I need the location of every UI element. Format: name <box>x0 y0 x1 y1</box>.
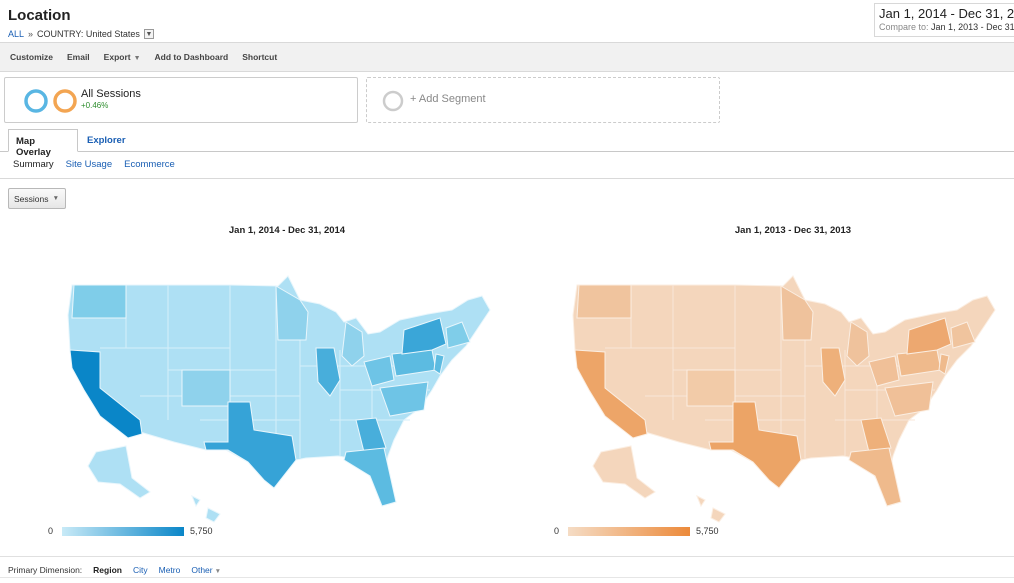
dimension-city[interactable]: City <box>133 565 148 575</box>
dimension-other[interactable]: Other ▼ <box>191 565 221 575</box>
breadcrumb-all[interactable]: ALL <box>8 29 24 39</box>
export-label: Export <box>103 52 131 62</box>
divider <box>0 577 1014 578</box>
state-colorado[interactable] <box>686 369 736 407</box>
report-header: Location ALL » COUNTRY: United States ▼ <box>0 0 1014 42</box>
legend-gradient <box>568 526 691 536</box>
page-title: Location <box>8 7 71 24</box>
report-tabs: Map Overlay Explorer <box>0 129 1014 158</box>
dimension-region[interactable]: Region <box>93 565 122 575</box>
state-hawaii[interactable] <box>191 494 221 523</box>
date-range-picker[interactable]: Jan 1, 2014 - Dec 31, 2014 Compare to: J… <box>874 3 1014 37</box>
export-button[interactable]: Export ▼ <box>104 52 141 62</box>
legend-max: 5,750 <box>696 526 719 536</box>
map-title-current: Jan 1, 2014 - Dec 31, 2014 <box>228 225 346 236</box>
compare-range: Compare to: Jan 1, 2013 - Dec 31, 2013 <box>879 22 1014 32</box>
state-washington[interactable] <box>576 284 632 319</box>
dimension-metro[interactable]: Metro <box>159 565 181 575</box>
breadcrumb-separator: » <box>28 29 34 39</box>
primary-dimension-bar: Primary Dimension: Region City Metro Oth… <box>0 556 1014 583</box>
email-button[interactable]: Email <box>67 52 90 62</box>
tab-map-overlay[interactable]: Map Overlay <box>8 129 78 158</box>
legend-min: 0 <box>554 526 560 536</box>
add-segment-button[interactable]: + Add Segment <box>366 77 720 123</box>
state-alaska[interactable] <box>592 445 656 499</box>
state-hawaii[interactable] <box>696 494 726 523</box>
map-title-previous: Jan 1, 2013 - Dec 31, 2013 <box>734 225 852 236</box>
chevron-down-icon: ▼ <box>214 568 222 575</box>
map-legend-current: 0 5,750 <box>48 526 213 536</box>
segment-all-sessions[interactable]: All Sessions +0.46% <box>4 77 358 123</box>
segment-name: All Sessions <box>81 88 141 100</box>
state-colorado[interactable] <box>181 369 231 407</box>
add-segment-label: + Add Segment <box>410 93 486 105</box>
divider <box>0 178 1014 179</box>
date-range: Jan 1, 2014 - Dec 31, 2014 <box>879 6 1014 21</box>
us-map-previous[interactable] <box>505 270 1005 525</box>
state-washington[interactable] <box>71 284 127 319</box>
legend-min: 0 <box>48 526 54 536</box>
legend-max: 5,750 <box>190 526 213 536</box>
state-alaska[interactable] <box>87 445 151 499</box>
add-to-dashboard-button[interactable]: Add to Dashboard <box>155 52 229 62</box>
us-map-current[interactable] <box>0 270 500 525</box>
breadcrumb: ALL » COUNTRY: United States ▼ <box>8 29 154 39</box>
subtab-ecommerce[interactable]: Ecommerce <box>124 159 175 170</box>
map-legend-previous: 0 5,750 <box>554 526 719 536</box>
segment-ring-icon <box>382 90 404 112</box>
primary-dimension-label: Primary Dimension: <box>8 565 83 575</box>
compare-label: Compare to: <box>879 22 929 32</box>
subtab-summary[interactable]: Summary <box>13 159 54 170</box>
subtab-site-usage[interactable]: Site Usage <box>66 159 112 170</box>
legend-gradient <box>62 526 185 536</box>
metric-select[interactable]: Sessions ▼ <box>8 188 66 209</box>
compare-range-value: Jan 1, 2013 - Dec 31, 2013 <box>931 22 1014 32</box>
chevron-down-icon[interactable]: ▼ <box>143 29 154 39</box>
chevron-down-icon: ▼ <box>52 195 59 202</box>
metric-select-value: Sessions <box>14 194 49 204</box>
breadcrumb-current: COUNTRY: United States <box>37 29 140 39</box>
shortcut-button[interactable]: Shortcut <box>242 52 277 62</box>
chevron-down-icon: ▼ <box>133 55 141 62</box>
customize-button[interactable]: Customize <box>10 52 53 62</box>
dimension-other-label: Other <box>191 565 213 575</box>
tab-explorer[interactable]: Explorer <box>80 129 133 152</box>
segment-rings-icon <box>24 89 77 113</box>
report-toolbar: Customize Email Export ▼ Add to Dashboard… <box>0 42 1014 72</box>
segment-change: +0.46% <box>81 101 109 110</box>
explorer-subtabs: Summary Site Usage Ecommerce <box>13 159 175 170</box>
